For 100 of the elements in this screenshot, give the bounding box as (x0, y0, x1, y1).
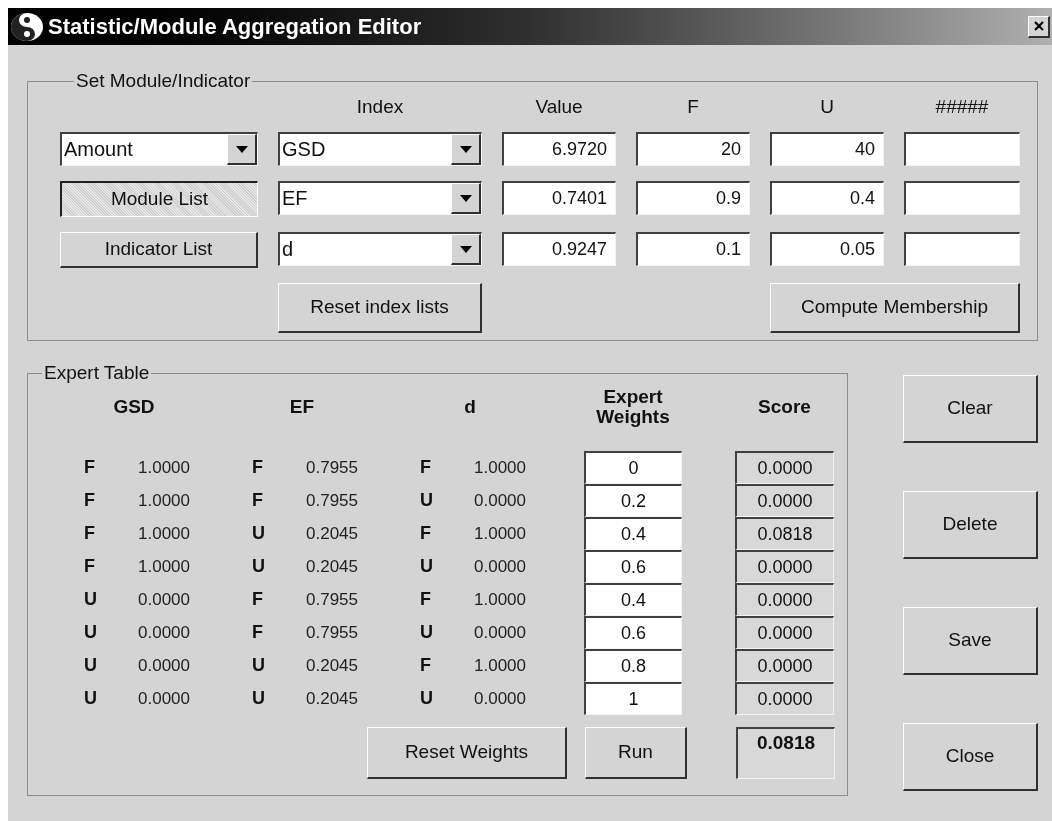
score-field: 0.0000 (735, 649, 834, 682)
set-label: U (84, 654, 98, 677)
set-label: U (252, 687, 266, 710)
button[interactable]: Indicator List (60, 232, 258, 268)
weight-field[interactable]: 0.4 (584, 517, 682, 550)
set-label: U (252, 654, 266, 677)
input-field[interactable]: 40 (770, 132, 884, 166)
column-header: Score (757, 394, 812, 419)
button[interactable]: Reset index lists (278, 283, 482, 333)
column-header: GSD (113, 394, 155, 419)
table-cell-text: 0.0000 (474, 622, 527, 644)
table-cell-text: 1.0000 (474, 457, 527, 479)
set-label: F (252, 456, 264, 479)
caret-icon (459, 245, 472, 253)
button[interactable]: Reset Weights (367, 727, 567, 779)
input-field[interactable] (904, 132, 1020, 166)
column-header: Value (534, 97, 584, 117)
input-field[interactable] (904, 232, 1020, 266)
column-header: ##### (934, 97, 990, 117)
column-header: d (464, 394, 476, 419)
button[interactable]: Run (585, 727, 687, 779)
score-field: 0.0818 (735, 517, 834, 550)
set-label: F (84, 555, 96, 578)
set-label: F (420, 654, 432, 677)
dropdown[interactable]: d (278, 232, 482, 266)
dropdown-button[interactable] (451, 234, 481, 265)
table-cell-text: 0.7955 (306, 490, 359, 512)
caret-icon (459, 194, 472, 202)
set-label: F (84, 456, 96, 479)
dropdown-button[interactable] (451, 134, 481, 165)
close-icon (1033, 21, 1044, 31)
input-field[interactable]: 0.1 (636, 232, 750, 266)
table-cell-text: 0.0000 (138, 655, 191, 677)
weight-field[interactable]: 0 (584, 451, 682, 484)
table-cell-text: 1.0000 (474, 523, 527, 545)
table-cell-text: 0.2045 (306, 556, 359, 578)
set-label: U (252, 522, 266, 545)
set-label: U (84, 588, 98, 611)
input-field[interactable]: 0.9247 (502, 232, 616, 266)
total-score-field: 0.0818 (736, 727, 835, 779)
column-header: F (686, 97, 700, 117)
button[interactable]: Compute Membership (770, 283, 1020, 333)
set-label: U (420, 489, 434, 512)
table-cell-text: 0.0000 (474, 556, 527, 578)
table-cell-text: 0.7955 (306, 457, 359, 479)
table-cell-text: 0.0000 (138, 688, 191, 710)
button[interactable]: Close (903, 723, 1038, 791)
table-cell-text: 1.0000 (138, 523, 191, 545)
weight-field[interactable]: 0.4 (584, 583, 682, 616)
input-field[interactable]: 0.05 (770, 232, 884, 266)
score-field: 0.0000 (735, 451, 834, 484)
dropdown[interactable]: Amount (60, 132, 258, 166)
set-label: U (84, 687, 98, 710)
table-cell-text: 1.0000 (474, 655, 527, 677)
button[interactable]: Module List (60, 181, 258, 217)
weight-field[interactable]: 0.6 (584, 616, 682, 649)
set-label: U (420, 687, 434, 710)
column-header: Index (355, 97, 405, 117)
input-field[interactable]: 0.4 (770, 181, 884, 215)
input-field[interactable]: 0.9 (636, 181, 750, 215)
dropdown-button[interactable] (451, 183, 481, 214)
table-cell-text: 0.2045 (306, 655, 359, 677)
input-field[interactable]: 0.7401 (502, 181, 616, 215)
close-button[interactable] (1028, 15, 1050, 38)
button[interactable]: Delete (903, 491, 1038, 559)
group-title: Expert Table (43, 363, 151, 383)
button[interactable]: Save (903, 607, 1038, 675)
table-cell-text: 0.7955 (306, 589, 359, 611)
dropdown[interactable]: GSD (278, 132, 482, 166)
table-cell-text: 0.0000 (474, 490, 527, 512)
input-field[interactable]: 6.9720 (502, 132, 616, 166)
score-field: 0.0000 (735, 550, 834, 583)
dropdown[interactable]: EF (278, 181, 482, 215)
table-cell-text: 0.2045 (306, 523, 359, 545)
weight-field[interactable]: 0.6 (584, 550, 682, 583)
table-cell-text: 1.0000 (138, 556, 191, 578)
input-field[interactable]: 20 (636, 132, 750, 166)
table-cell-text: 1.0000 (138, 490, 191, 512)
group-title: Set Module/Indicator (75, 71, 252, 91)
table-cell-text: 0.0000 (474, 688, 527, 710)
score-field: 0.0000 (735, 583, 834, 616)
weight-field[interactable]: 0.2 (584, 484, 682, 517)
weight-field[interactable]: 0.8 (584, 649, 682, 682)
weight-field[interactable]: 1 (584, 682, 682, 715)
score-field: 0.0000 (735, 484, 834, 517)
set-label: F (420, 588, 432, 611)
column-header: U (819, 97, 835, 117)
table-cell-text: 0.0000 (138, 589, 191, 611)
caret-icon (235, 145, 248, 153)
input-field[interactable] (904, 181, 1020, 215)
window-title: Statistic/Module Aggregation Editor (48, 13, 422, 41)
caret-icon (459, 145, 472, 153)
set-label: F (252, 489, 264, 512)
column-header: EF (289, 394, 315, 419)
score-field: 0.0000 (735, 616, 834, 649)
column-header: Expert Weights (595, 387, 671, 427)
set-label: F (84, 489, 96, 512)
button[interactable]: Clear (903, 375, 1038, 443)
table-cell-text: 1.0000 (474, 589, 527, 611)
dropdown-button[interactable] (227, 134, 257, 165)
